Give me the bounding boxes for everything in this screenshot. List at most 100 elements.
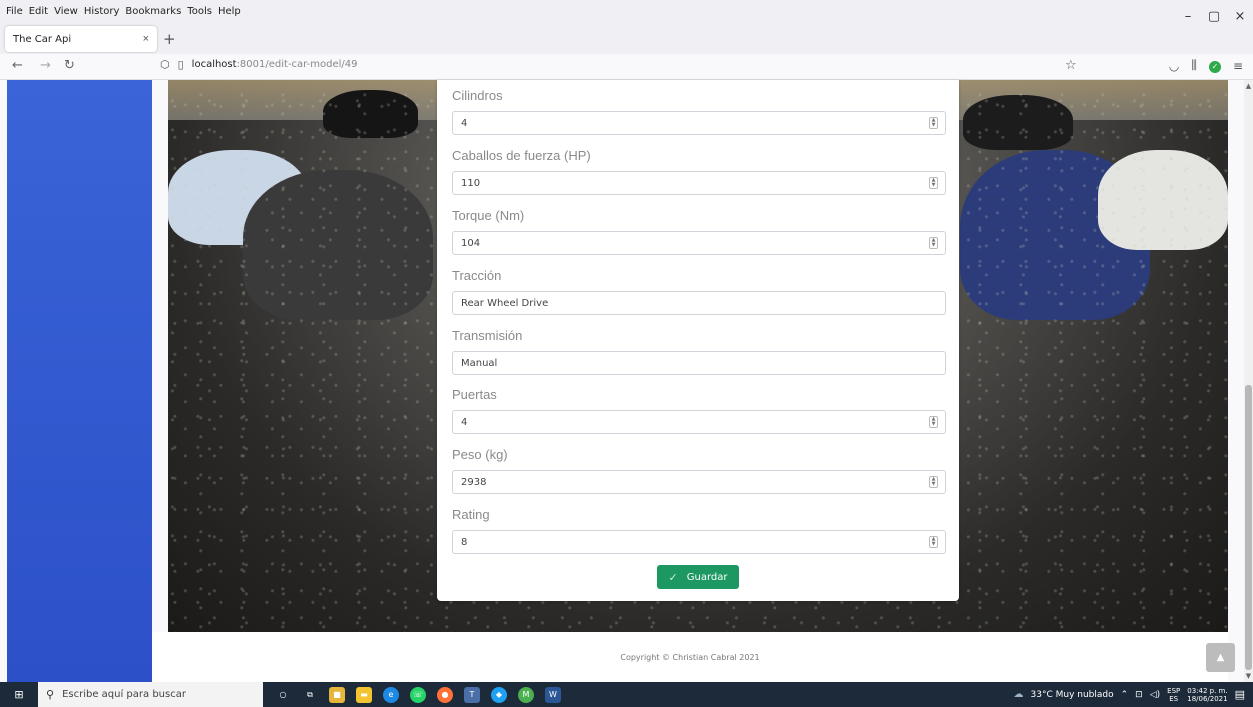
- scroll-up-arrow-icon[interactable]: ▲: [1244, 82, 1253, 90]
- lang-top: ESP: [1167, 686, 1181, 695]
- puertas-input[interactable]: 4 ▲ ▼: [452, 410, 946, 434]
- save-label: Guardar: [686, 571, 728, 583]
- clock[interactable]: 03:42 p. m. 18/06/2021: [1187, 687, 1227, 703]
- rating-input[interactable]: 8 ▲ ▼: [452, 530, 946, 554]
- navigation-bar: ← → ↻ ⬡ ▯ localhost :8001/edit-car-model…: [0, 54, 1253, 80]
- file-explorer-icon[interactable]: ▬: [356, 686, 372, 703]
- reload-icon[interactable]: ↻: [64, 58, 75, 73]
- tab-close-icon[interactable]: ×: [143, 33, 149, 45]
- spinner-icon[interactable]: ▲ ▼: [929, 117, 938, 129]
- field-label: Cilindros: [452, 88, 503, 103]
- field-label: Tracción: [452, 268, 502, 283]
- search-placeholder: Escribe aquí para buscar: [62, 689, 186, 700]
- input-value: 4: [461, 117, 468, 129]
- new-tab-button[interactable]: +: [163, 30, 176, 48]
- input-value: 104: [461, 237, 481, 249]
- tab-bar: The Car Api × +: [0, 22, 1253, 54]
- input-value: Manual: [461, 357, 498, 369]
- sidebar: [7, 80, 152, 682]
- shield-icon: ⬡: [160, 58, 170, 71]
- notification-icon[interactable]: ▤: [1235, 688, 1245, 701]
- tab-title: The Car Api: [13, 33, 72, 45]
- field-label: Rating: [452, 507, 490, 522]
- chevron-up-icon[interactable]: ⌃: [1121, 690, 1129, 700]
- hamburger-menu-icon[interactable]: ≡: [1233, 59, 1243, 73]
- clock-date: 18/06/2021: [1187, 694, 1228, 703]
- transmision-input[interactable]: Manual: [452, 351, 946, 375]
- edge-icon[interactable]: e: [383, 686, 399, 703]
- scroll-down-arrow-icon[interactable]: ▼: [1244, 672, 1253, 680]
- teams-icon[interactable]: T: [464, 686, 480, 703]
- word-icon[interactable]: W: [545, 686, 561, 703]
- spinner-icon[interactable]: ▲ ▼: [929, 416, 938, 428]
- back-icon[interactable]: ←: [12, 58, 23, 73]
- app-icon[interactable]: ◆: [491, 686, 507, 703]
- whatsapp-icon[interactable]: ☏: [410, 686, 426, 703]
- pocket-icon[interactable]: ◡: [1169, 59, 1179, 73]
- field-label: Puertas: [452, 387, 497, 402]
- task-view-icon[interactable]: ⧉: [302, 687, 318, 703]
- taskbar-search[interactable]: ⚲ Escribe aquí para buscar: [38, 682, 263, 707]
- car-silhouette: [1098, 150, 1228, 250]
- caballos-input[interactable]: 110 ▲ ▼: [452, 171, 946, 195]
- taskbar-apps: ○ ⧉ ■ ▬ e ☏ ● T ◆ M W: [275, 686, 561, 703]
- peso-input[interactable]: 2938 ▲ ▼: [452, 470, 946, 494]
- bookmark-star-icon[interactable]: ☆: [1065, 58, 1077, 73]
- field-traccion: Tracción Rear Wheel Drive: [452, 268, 946, 315]
- menu-tools[interactable]: Tools: [187, 6, 212, 17]
- volume-icon[interactable]: ◁): [1150, 690, 1160, 700]
- scroll-thumb[interactable]: [1245, 385, 1252, 670]
- menu-help[interactable]: Help: [218, 6, 241, 17]
- spinner-icon[interactable]: ▲ ▼: [929, 536, 938, 548]
- toolbar-icons: ◡ ⫼ ✓ ≡: [1169, 58, 1243, 73]
- input-value: 2938: [461, 476, 487, 488]
- menu-bookmarks[interactable]: Bookmarks: [125, 6, 181, 17]
- check-icon: ✓: [668, 570, 678, 584]
- url-bar[interactable]: ⬡ ▯ localhost :8001/edit-car-model/49: [160, 58, 358, 71]
- chevron-up-icon: ▲: [1216, 652, 1225, 663]
- menu-file[interactable]: File: [6, 6, 23, 17]
- menu-history[interactable]: History: [84, 6, 120, 17]
- extension-icon[interactable]: ✓: [1208, 60, 1221, 73]
- menu-edit[interactable]: Edit: [29, 6, 48, 17]
- input-value: Rear Wheel Drive: [461, 297, 549, 309]
- menu-bar: File Edit View History Bookmarks Tools H…: [0, 0, 1253, 22]
- cortana-icon[interactable]: ○: [275, 687, 291, 703]
- car-silhouette: [960, 150, 1150, 320]
- clock-time: 03:42 p. m.: [1187, 686, 1228, 695]
- input-value: 110: [461, 177, 481, 189]
- language-indicator[interactable]: ESP ES: [1167, 687, 1180, 703]
- spinner-icon[interactable]: ▲ ▼: [929, 177, 938, 189]
- save-button[interactable]: ✓ Guardar: [657, 565, 739, 589]
- windows-taskbar: ⊞ ⚲ Escribe aquí para buscar ○ ⧉ ■ ▬ e ☏…: [0, 682, 1253, 707]
- field-puertas: Puertas 4 ▲ ▼: [452, 387, 946, 434]
- input-value: 4: [461, 416, 468, 428]
- store-icon[interactable]: ■: [329, 686, 345, 703]
- weather-text[interactable]: 33°C Muy nublado: [1031, 690, 1114, 700]
- car-silhouette: [963, 95, 1073, 150]
- url-host: localhost: [191, 59, 237, 70]
- scroll-to-top-button[interactable]: ▲: [1206, 643, 1235, 672]
- forward-icon[interactable]: →: [40, 58, 51, 73]
- ms-app-icon[interactable]: M: [518, 686, 534, 703]
- torque-input[interactable]: 104 ▲ ▼: [452, 231, 946, 255]
- url-path: :8001/edit-car-model/49: [236, 59, 358, 70]
- menu-view[interactable]: View: [54, 6, 78, 17]
- library-icon[interactable]: ⫼: [1191, 58, 1197, 73]
- spinner-icon[interactable]: ▲ ▼: [929, 237, 938, 249]
- network-icon[interactable]: ⊡: [1135, 690, 1143, 700]
- firefox-icon[interactable]: ●: [437, 686, 453, 703]
- tab-the-car-api[interactable]: The Car Api ×: [5, 26, 157, 52]
- field-label: Torque (Nm): [452, 208, 525, 223]
- page-scrollbar[interactable]: ▲ ▼: [1244, 80, 1253, 682]
- field-peso: Peso (kg) 2938 ▲ ▼: [452, 447, 946, 494]
- spinner-icon[interactable]: ▲ ▼: [929, 476, 938, 488]
- cilindros-input[interactable]: 4 ▲ ▼: [452, 111, 946, 135]
- traccion-input[interactable]: Rear Wheel Drive: [452, 291, 946, 315]
- field-torque: Torque (Nm) 104 ▲ ▼: [452, 208, 946, 255]
- field-label: Caballos de fuerza (HP): [452, 148, 591, 163]
- footer: Copyright © Christian Cabral 2021: [152, 632, 1228, 682]
- car-silhouette: [243, 170, 433, 320]
- field-label: Transmisión: [452, 328, 523, 343]
- windows-start-icon[interactable]: ⊞: [0, 682, 38, 707]
